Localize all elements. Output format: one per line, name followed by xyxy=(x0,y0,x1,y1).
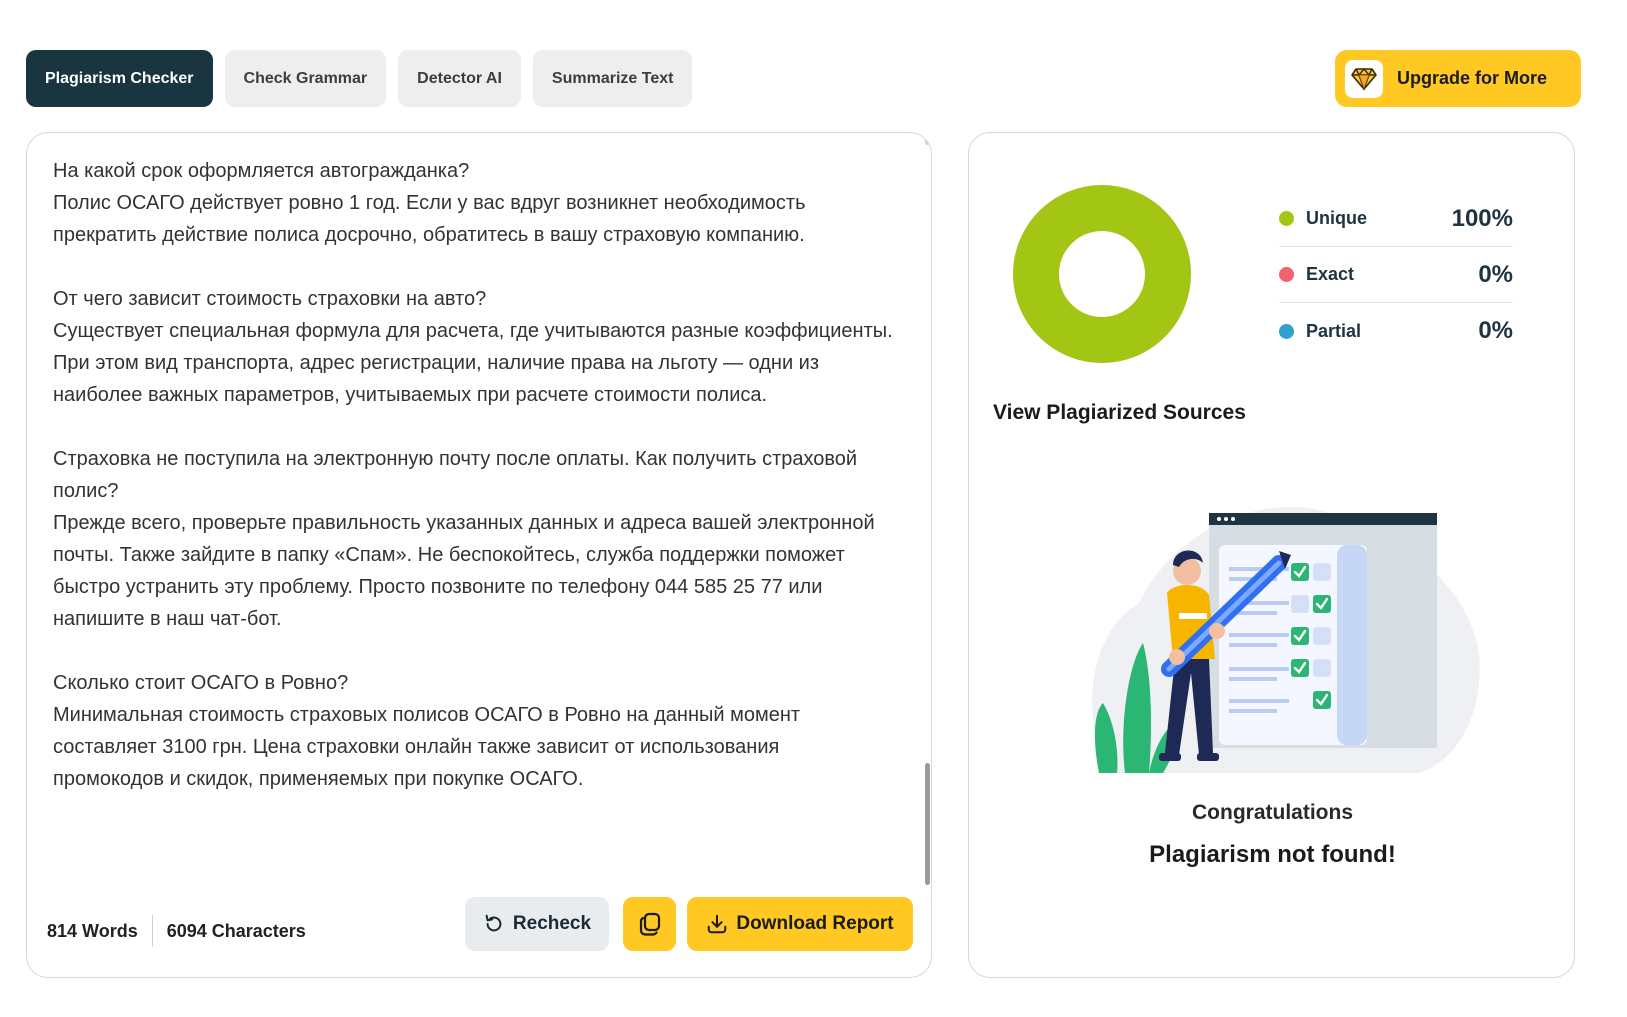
diamond-icon xyxy=(1345,59,1383,98)
tab-check-grammar[interactable]: Check Grammar xyxy=(224,50,387,107)
legend-row-partial: Partial 0% xyxy=(1279,303,1513,359)
recheck-label: Recheck xyxy=(512,913,592,934)
legend-row-exact: Exact 0% xyxy=(1279,247,1513,303)
exact-dot xyxy=(1279,267,1294,282)
download-icon xyxy=(708,914,727,934)
legend-row-unique: Unique 100% xyxy=(1279,191,1513,247)
legend-value: 100% xyxy=(1451,204,1513,232)
checklist-illustration xyxy=(1092,507,1480,773)
download-report-button[interactable]: Download Report xyxy=(687,897,913,951)
editor-footer: 814 Words 6094 Characters Recheck Downlo xyxy=(27,897,931,957)
text-input-area[interactable]: На какой срок оформляется автогражданка?… xyxy=(53,155,893,865)
recheck-button[interactable]: Recheck xyxy=(465,897,609,951)
view-plagiarized-sources-link[interactable]: View Plagiarized Sources xyxy=(993,401,1246,425)
partial-dot xyxy=(1279,323,1294,339)
text-counts: 814 Words 6094 Characters xyxy=(47,915,306,947)
scrollbar-thumb[interactable] xyxy=(925,763,930,885)
editor-scrollbar[interactable] xyxy=(924,133,931,893)
similarity-donut-chart xyxy=(1013,185,1191,363)
word-count: 814 Words xyxy=(47,920,138,941)
upgrade-label: Upgrade for More xyxy=(1397,68,1548,88)
tool-tabs: Plagiarism Checker Check Grammar Detecto… xyxy=(26,50,693,107)
download-label: Download Report xyxy=(736,913,894,934)
copy-button[interactable] xyxy=(623,897,676,951)
tab-plagiarism-checker[interactable]: Plagiarism Checker xyxy=(26,50,213,107)
unique-dot xyxy=(1279,211,1294,226)
tab-detector-ai[interactable]: Detector AI xyxy=(398,50,521,107)
congratulations-text: Congratulations xyxy=(1192,801,1353,824)
copy-icon xyxy=(639,912,660,936)
legend-value: 0% xyxy=(1478,317,1513,344)
legend-value: 0% xyxy=(1478,260,1513,288)
legend-label: Unique xyxy=(1306,208,1367,228)
tab-summarize-text[interactable]: Summarize Text xyxy=(532,50,693,107)
plagiarism-result-message: Plagiarism not found! xyxy=(1149,841,1396,868)
count-divider xyxy=(151,915,153,947)
refresh-icon xyxy=(485,914,502,932)
donut-unique-segment xyxy=(1013,185,1191,363)
character-count: 6094 Characters xyxy=(166,920,306,941)
legend-label: Exact xyxy=(1306,264,1355,284)
upgrade-button[interactable]: Upgrade for More xyxy=(1335,50,1581,107)
results-panel: Unique 100% Exact 0% Partial 0% View Pla… xyxy=(968,132,1575,978)
scrollbar-track-top xyxy=(925,133,930,145)
legend-label: Partial xyxy=(1306,320,1362,341)
similarity-legend: Unique 100% Exact 0% Partial 0% xyxy=(1279,191,1513,359)
text-editor-panel: На какой срок оформляется автогражданка?… xyxy=(26,132,932,978)
